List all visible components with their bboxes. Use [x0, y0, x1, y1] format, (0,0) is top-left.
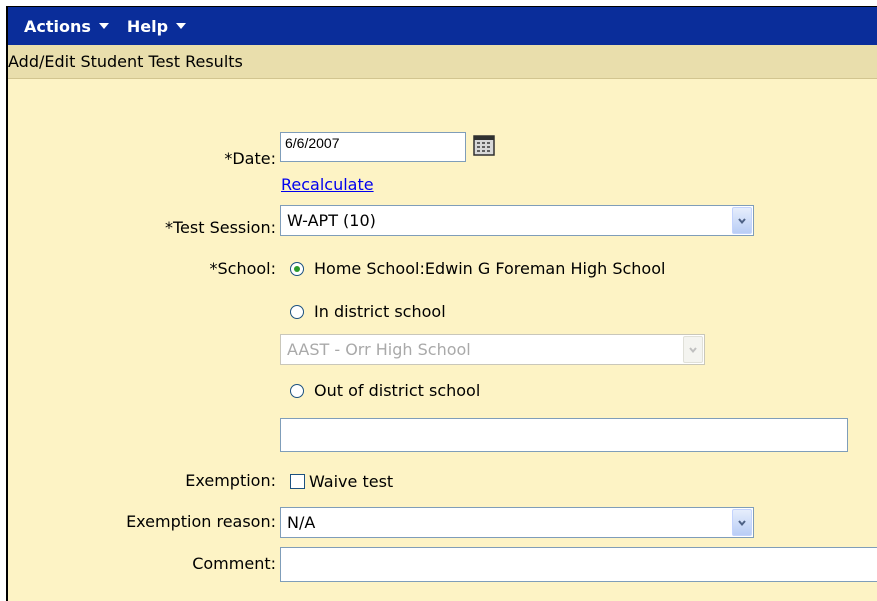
in-district-label: In district school [314, 302, 446, 321]
home-school-option[interactable]: Home School:Edwin G Foreman High School [290, 259, 665, 278]
test-session-label: *Test Session: [164, 218, 276, 237]
chevron-down-icon [738, 519, 746, 526]
chevron-down-icon [689, 346, 697, 353]
in-district-radio[interactable] [290, 304, 304, 319]
out-district-radio[interactable] [290, 383, 304, 398]
triangle-down-icon [98, 23, 109, 29]
form-window: Actions Help Add/Edit Student Test Resul… [6, 6, 877, 601]
menu-bar: Actions Help [8, 7, 877, 45]
triangle-down-icon [176, 23, 187, 29]
exemption-reason-select[interactable]: N/A [280, 507, 754, 538]
home-school-label: Home School:Edwin G Foreman High School [314, 259, 666, 278]
test-session-select[interactable]: W-APT (10) [280, 205, 754, 236]
out-district-school-input[interactable] [280, 418, 848, 452]
recalculate-link[interactable]: Recalculate [281, 175, 374, 194]
test-session-dropdown-button[interactable] [732, 207, 752, 234]
menu-help[interactable]: Help [126, 16, 187, 36]
waive-test-checkbox[interactable] [290, 474, 305, 489]
test-session-value: W-APT (10) [287, 211, 376, 230]
in-district-dropdown-button[interactable] [683, 336, 703, 363]
exemption-reason-dropdown-button[interactable] [732, 509, 752, 536]
waive-test-label: Waive test [309, 472, 394, 491]
in-district-school-value: AAST - Orr High School [287, 340, 471, 359]
exemption-reason-value: N/A [287, 513, 316, 532]
menu-actions-label: Actions [24, 16, 91, 36]
home-school-radio[interactable] [290, 261, 304, 276]
comment-label: Comment: [192, 554, 276, 573]
exemption-reason-label: Exemption reason: [126, 512, 276, 531]
comment-input[interactable] [280, 547, 877, 582]
date-label: *Date: [224, 149, 276, 168]
page-title: Add/Edit Student Test Results [8, 52, 243, 71]
waive-test-option[interactable]: Waive test [290, 472, 393, 491]
chevron-down-icon [738, 217, 746, 224]
exemption-label: Exemption: [185, 471, 276, 490]
out-district-option[interactable]: Out of district school [290, 381, 480, 400]
calendar-icon[interactable] [473, 134, 495, 156]
out-district-label: Out of district school [314, 381, 481, 400]
in-district-option[interactable]: In district school [290, 302, 446, 321]
date-field[interactable]: 6/6/2007 [280, 132, 466, 162]
menu-help-label: Help [126, 16, 169, 36]
page-title-bar: Add/Edit Student Test Results [8, 45, 877, 79]
date-value: 6/6/2007 [285, 135, 340, 151]
school-label: *School: [209, 259, 276, 278]
menu-actions[interactable]: Actions [24, 17, 109, 36]
in-district-school-select[interactable]: AAST - Orr High School [280, 334, 705, 365]
